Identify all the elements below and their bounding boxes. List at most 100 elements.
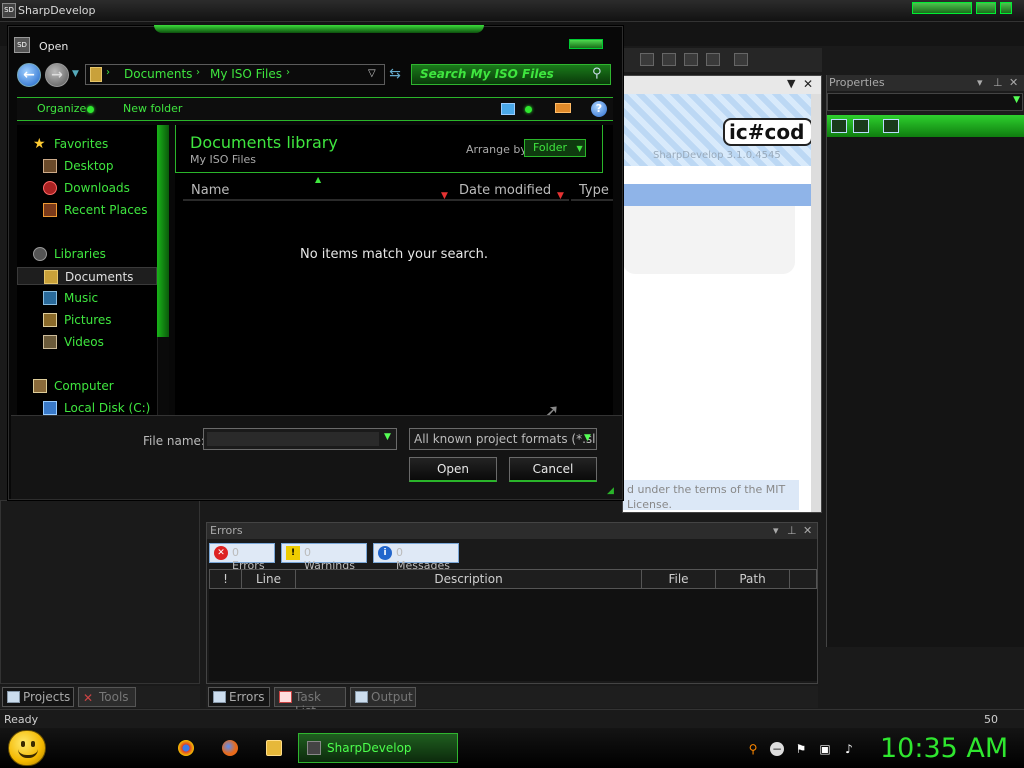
navigation-scrollbar[interactable]: [157, 125, 169, 337]
column-type-label: Type: [579, 183, 609, 198]
close-icon[interactable]: ✕: [803, 77, 813, 91]
star-icon: ★: [33, 136, 46, 152]
toolbar-paste-icon[interactable]: [684, 53, 698, 66]
chevron-down-icon[interactable]: ▼: [584, 433, 591, 443]
nav-computer[interactable]: Computer: [17, 377, 157, 395]
nav-recent-places[interactable]: Recent Places: [17, 201, 157, 219]
nav-desktop[interactable]: Desktop: [17, 157, 157, 175]
resize-grip-icon[interactable]: ◢: [607, 486, 614, 496]
errors-filter-button[interactable]: ✕ 0 Errors: [209, 543, 275, 572]
column-header-path[interactable]: Path: [716, 570, 790, 588]
chevron-right-icon[interactable]: ›: [286, 67, 290, 78]
tab-task-list[interactable]: Task List: [274, 687, 346, 718]
properties-pane: Properties ▾ ⊥ ✕ ▼: [826, 75, 1024, 647]
close-icon[interactable]: ✕: [803, 524, 812, 537]
minus-icon[interactable]: −: [770, 742, 784, 756]
column-header-description[interactable]: Description: [296, 570, 642, 588]
dialog-title-glow: [154, 25, 484, 33]
forward-arrow-icon[interactable]: →: [45, 63, 69, 87]
file-explorer-icon[interactable]: [266, 740, 282, 756]
toolbar-copy-icon[interactable]: [662, 53, 676, 66]
search-icon[interactable]: ⚲: [746, 742, 760, 756]
sort-alpha-icon[interactable]: [853, 119, 869, 133]
search-icon[interactable]: ⚲: [592, 66, 602, 81]
column-header-name[interactable]: Name ▼: [183, 181, 451, 201]
close-button[interactable]: [1000, 2, 1012, 14]
firefox-icon[interactable]: [222, 740, 238, 756]
chevron-down-icon[interactable]: ▾: [977, 76, 983, 89]
document-scrollbar[interactable]: [811, 94, 821, 512]
toolbar-cut-icon[interactable]: [640, 53, 654, 66]
tab-output[interactable]: Output: [350, 687, 416, 707]
properties-object-select[interactable]: ▼: [827, 93, 1023, 111]
property-pages-icon[interactable]: [883, 119, 899, 133]
new-folder-button[interactable]: New folder: [123, 102, 182, 115]
cancel-button[interactable]: Cancel: [509, 457, 597, 482]
toolbar-undo-icon[interactable]: [706, 53, 720, 66]
column-filter-icon[interactable]: ▼: [557, 186, 564, 206]
refresh-icon[interactable]: ⇆: [385, 64, 405, 85]
file-name-input[interactable]: ▼: [203, 428, 397, 450]
column-filter-icon[interactable]: ▼: [441, 186, 448, 206]
error-icon: ✕: [214, 546, 228, 560]
start-page-banner: ic#cod SharpDevelop 3.1.0.4545: [623, 94, 813, 166]
maximize-button[interactable]: [976, 2, 996, 14]
chevron-down-icon[interactable]: ▾: [773, 524, 779, 537]
chevron-right-icon[interactable]: ›: [196, 67, 200, 78]
network-icon[interactable]: ▣: [818, 742, 832, 756]
preview-pane-icon[interactable]: [555, 103, 571, 113]
taskbar-sharpdevelop-button[interactable]: SharpDevelop: [298, 733, 458, 763]
column-header-type[interactable]: Type: [571, 181, 613, 201]
view-options-icon[interactable]: [525, 106, 532, 113]
file-type-select[interactable]: All known project formats (*.sln ▼: [409, 428, 597, 450]
flag-icon[interactable]: ⚑: [794, 742, 808, 756]
chevron-down-icon[interactable]: ▽: [368, 68, 376, 79]
tab-tools[interactable]: ✕ Tools: [78, 687, 136, 707]
open-button[interactable]: Open: [409, 457, 497, 482]
tab-projects[interactable]: Projects: [2, 687, 74, 707]
back-arrow-icon[interactable]: ←: [17, 63, 41, 87]
nav-documents[interactable]: Documents: [17, 267, 157, 285]
navigation-scrollbar-track[interactable]: [157, 337, 169, 415]
help-icon[interactable]: ?: [591, 101, 607, 117]
nav-videos[interactable]: Videos: [17, 333, 157, 351]
minimize-button[interactable]: [912, 2, 972, 14]
arrange-by-dropdown[interactable]: Folder ▼: [524, 139, 586, 157]
column-header-line[interactable]: Line: [242, 570, 296, 588]
breadcrumb-documents[interactable]: Documents: [124, 67, 192, 81]
close-icon[interactable]: ✕: [1009, 76, 1018, 89]
nav-music[interactable]: Music: [17, 289, 157, 307]
address-bar[interactable]: › Documents › My ISO Files › ▽: [85, 64, 385, 85]
nav-favorites[interactable]: ★ Favorites: [17, 135, 157, 153]
nav-pictures[interactable]: Pictures: [17, 311, 157, 329]
toolbar-find-icon[interactable]: [734, 53, 748, 66]
change-view-icon[interactable]: [501, 103, 515, 115]
chevron-down-icon[interactable]: ▼: [1013, 95, 1020, 105]
taskbar-clock[interactable]: 10:35 AM: [880, 733, 1008, 764]
recent-locations-chevron-icon[interactable]: ▼: [72, 69, 79, 79]
organize-button[interactable]: Organize: [37, 102, 86, 115]
column-header-date-modified[interactable]: Date modified ▼: [451, 181, 569, 201]
chevron-down-icon[interactable]: ▼: [787, 77, 795, 90]
breadcrumb-my-iso-files[interactable]: My ISO Files: [210, 67, 282, 81]
column-header-severity[interactable]: !: [210, 570, 242, 588]
pin-icon[interactable]: ⊥: [993, 76, 1003, 89]
volume-icon[interactable]: ♪: [842, 742, 856, 756]
library-title: Documents library: [190, 133, 338, 152]
file-name-text[interactable]: [207, 432, 379, 446]
nav-downloads[interactable]: Downloads: [17, 179, 157, 197]
chevron-right-icon[interactable]: ›: [106, 67, 110, 78]
categorized-icon[interactable]: [831, 119, 847, 133]
chrome-icon[interactable]: [178, 740, 194, 756]
nav-libraries[interactable]: Libraries: [17, 245, 157, 263]
column-header-file[interactable]: File: [642, 570, 716, 588]
dialog-close-button[interactable]: [569, 39, 603, 49]
chevron-down-icon[interactable]: ▼: [384, 432, 391, 442]
pin-icon[interactable]: ⊥: [787, 524, 797, 537]
search-input[interactable]: Search My ISO Files ⚲: [411, 64, 611, 85]
warnings-filter-button[interactable]: ! 0 Warnings: [281, 543, 367, 572]
messages-filter-button[interactable]: i 0 Messages: [373, 543, 459, 572]
tab-errors[interactable]: Errors: [208, 687, 270, 707]
start-button-smiley-icon[interactable]: [8, 730, 46, 766]
command-bar: Organize New folder ?: [17, 97, 613, 121]
